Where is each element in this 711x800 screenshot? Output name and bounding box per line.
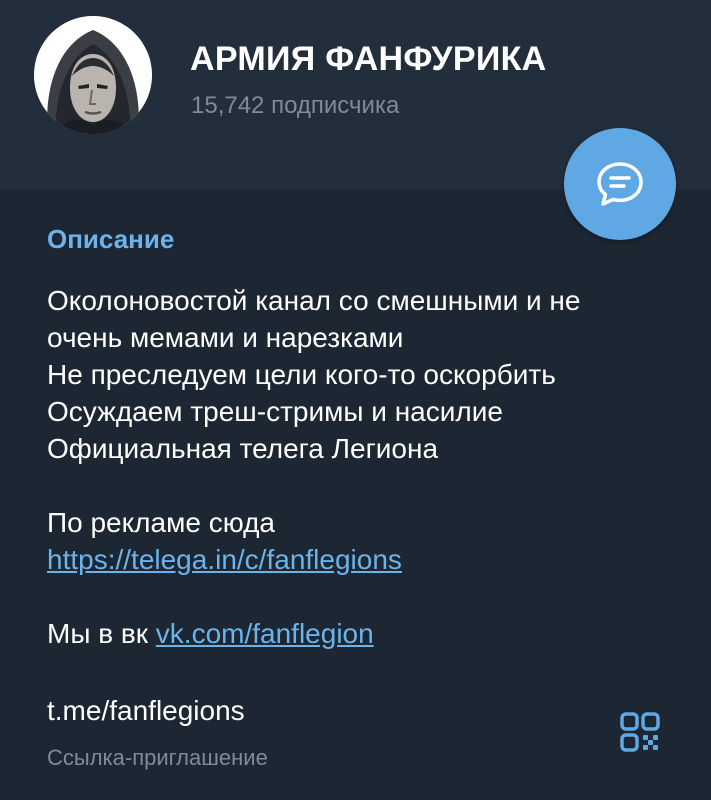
description-line: очень мемами и нарезками (47, 322, 404, 353)
discuss-button[interactable] (564, 128, 676, 240)
vk-link[interactable]: vk.com/fanflegion (156, 618, 374, 649)
qr-code-icon (620, 712, 660, 752)
vk-prefix: Мы в вк (47, 618, 149, 649)
qr-code-button[interactable] (620, 712, 660, 752)
chat-bubble-icon (597, 162, 643, 206)
description-line: Официальная телега Легиона (47, 433, 439, 464)
subscriber-count: 15,742 подписчика (191, 92, 400, 119)
ads-link[interactable]: https://telega.in/c/fanflegions (47, 544, 402, 575)
hooded-figure-avatar-icon (34, 16, 152, 134)
invite-link-caption: Ссылка-приглашение (47, 745, 268, 770)
description-heading: Описание (47, 224, 175, 254)
description-line: Не преследуем цели кого-то оскорбить (47, 359, 556, 390)
description-line: Околоновостой канал со смешными и не (47, 285, 581, 316)
ads-label: По рекламе сюда (47, 507, 275, 538)
description-line: Осуждаем треш-стримы и насилие (47, 396, 503, 427)
channel-avatar[interactable] (34, 16, 152, 134)
invite-link[interactable]: t.me/fanflegions (47, 695, 245, 727)
description-text: Околоновостой канал со смешными и не оче… (47, 282, 580, 652)
channel-title: АРМИЯ ФАНФУРИКА (190, 40, 547, 78)
